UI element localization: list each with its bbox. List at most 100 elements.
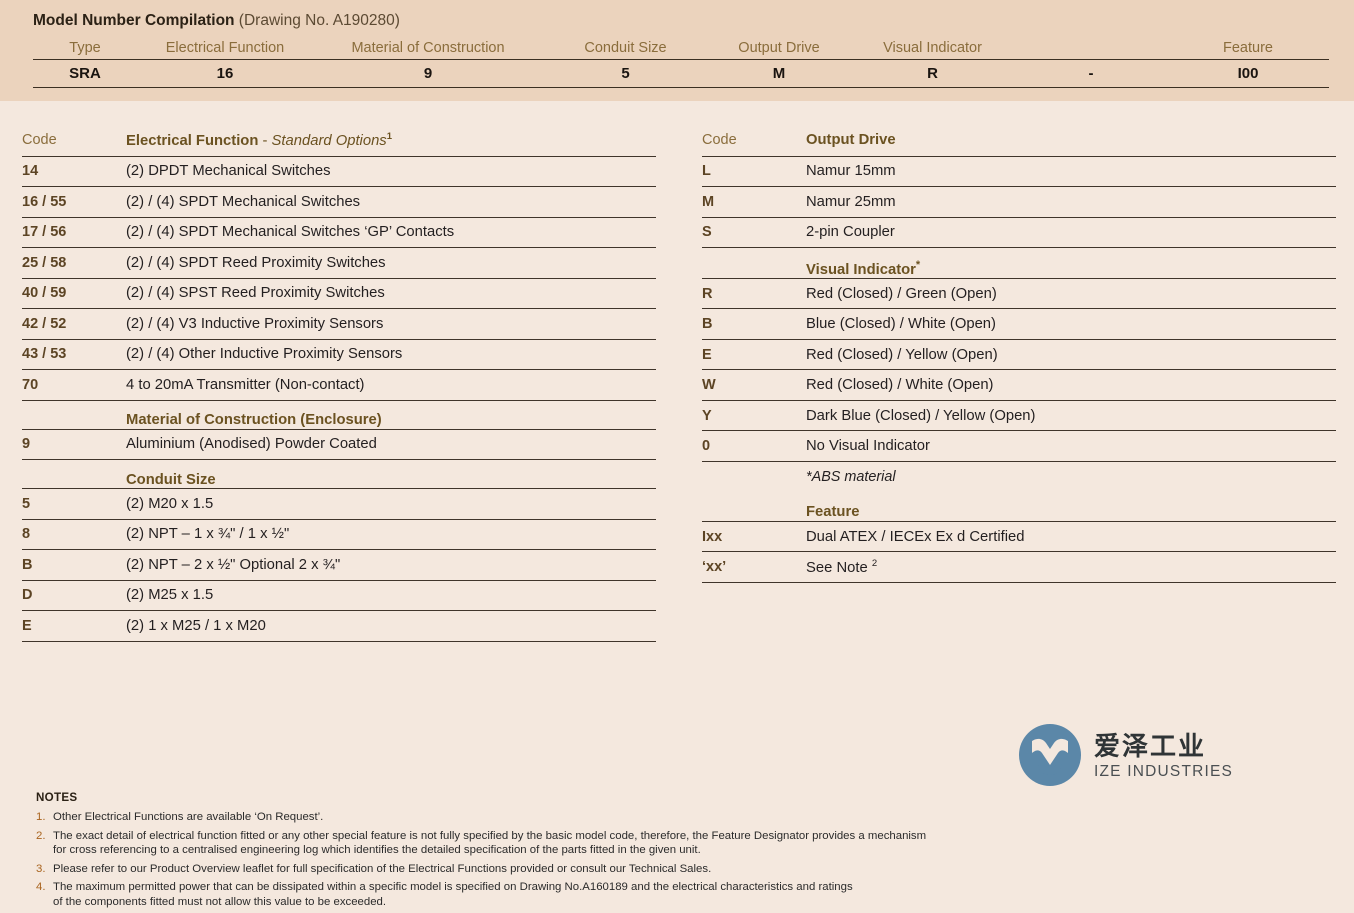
model-code-bottom-rule [33,86,1329,88]
row-code: B [22,550,126,581]
note-item: 2. The exact detail of electrical functi… [36,829,1336,858]
row-description: Red (Closed) / White (Open) [806,370,1336,401]
note-number: 4. [36,880,53,895]
row-description: (2) / (4) V3 Inductive Proximity Sensors [126,309,656,340]
table-row: B (2) NPT – 2 x ½" Optional 2 x ¾" [22,550,656,581]
model-code-label-material: Material of Construction [313,36,543,58]
table-row: Ixx Dual ATEX / IECEx Ex d Certified [702,521,1336,552]
logo-text-block: 爱泽工业 IZE INDUSTRIES [1094,731,1233,780]
section-title-italic: Standard Options [272,133,387,149]
note-item: 4. The maximum permitted power that can … [36,880,1336,909]
row-description: (2) M20 x 1.5 [126,489,656,520]
table-row: B Blue (Closed) / White (Open) [702,309,1336,340]
note-number: 2. [36,829,53,844]
row-description: (2) NPT – 1 x ¾" / 1 x ½" [126,519,656,550]
section-title-output-drive: Output Drive [806,125,1336,156]
row-code: B [702,309,806,340]
model-code-value-output-drive: M [708,60,850,86]
model-code-value-electrical-function: 16 [137,60,313,86]
row-code: 9 [22,429,126,460]
model-code-value-visual-indicator: R [850,60,1015,86]
row-code-empty [702,461,806,492]
note-number: 1. [36,810,53,825]
row-description: No Visual Indicator [806,431,1336,462]
model-code-label-feature: Feature [1167,36,1329,58]
row-code: 8 [22,519,126,550]
row-code-empty [22,400,126,429]
row-description-text: See Note [806,560,872,576]
row-code-empty [702,248,806,279]
section-title-conduit-size: Conduit Size [126,460,656,489]
section-header-conduit-size: Conduit Size [22,460,656,489]
note-line: Other Electrical Functions are available… [53,810,323,825]
table-row: D (2) M25 x 1.5 [22,580,656,611]
row-description: Dual ATEX / IECEx Ex d Certified [806,521,1336,552]
row-code: 14 [22,156,126,187]
table-row: 70 4 to 20mA Transmitter (Non-contact) [22,370,656,401]
notes-title: NOTES [36,791,1336,804]
row-description: Red (Closed) / Green (Open) [806,278,1336,309]
row-code: Y [702,400,806,431]
table-row: 42 / 52 (2) / (4) V3 Inductive Proximity… [22,309,656,340]
model-code-label-output-drive: Output Drive [708,36,850,58]
row-description: 4 to 20mA Transmitter (Non-contact) [126,370,656,401]
table-row: 16 / 55 (2) / (4) SPDT Mechanical Switch… [22,187,656,218]
model-code-table: Type Electrical Function Material of Con… [33,36,1329,88]
table-row: R Red (Closed) / Green (Open) [702,278,1336,309]
model-code-value-row: SRA 16 9 5 M R - I00 [33,60,1329,86]
row-code-empty [702,492,806,521]
model-code-value-material: 9 [313,60,543,86]
table-row: 40 / 59 (2) / (4) SPST Reed Proximity Sw… [22,278,656,309]
table-row: 0 No Visual Indicator [702,431,1336,462]
row-code: E [22,611,126,642]
table-row: S 2-pin Coupler [702,217,1336,248]
note-line: The maximum permitted power that can be … [53,880,853,895]
specification-body: Code Electrical Function - Standard Opti… [0,101,1354,837]
row-code: 0 [702,431,806,462]
row-code: S [702,217,806,248]
row-description: Dark Blue (Closed) / Yellow (Open) [806,400,1336,431]
section-header-feature: Feature [702,492,1336,521]
table-row: 14 (2) DPDT Mechanical Switches [22,156,656,187]
row-description: (2) NPT – 2 x ½" Optional 2 x ¾" [126,550,656,581]
row-description: (2) / (4) SPDT Mechanical Switches [126,187,656,218]
table-row: L Namur 15mm [702,156,1336,187]
note-line: Please refer to our Product Overview lea… [53,862,711,877]
table-row: 25 / 58 (2) / (4) SPDT Reed Proximity Sw… [22,248,656,279]
model-code-value-type: SRA [33,60,137,86]
note-line: for cross referencing to a centralised e… [53,843,926,858]
section-title-electrical-function: Electrical Function - Standard Options1 [126,125,656,156]
table-row: W Red (Closed) / White (Open) [702,370,1336,401]
table-row: E Red (Closed) / Yellow (Open) [702,339,1336,370]
model-code-value-feature: I00 [1167,60,1329,86]
logo-english-name: IZE INDUSTRIES [1094,764,1233,780]
right-spec-column: Code Output Drive L Namur 15mm M Namur 2… [702,125,1336,583]
model-code-label-visual-indicator: Visual Indicator [850,36,1015,58]
row-description: 2-pin Coupler [806,217,1336,248]
row-code: 70 [22,370,126,401]
section-title-footnote-marker: 1 [387,131,392,142]
model-code-label-separator [1015,36,1167,58]
note-text: Other Electrical Functions are available… [53,810,323,825]
row-description: (2) / (4) Other Inductive Proximity Sens… [126,339,656,370]
row-description: Blue (Closed) / White (Open) [806,309,1336,340]
table-row: Y Dark Blue (Closed) / Yellow (Open) [702,400,1336,431]
row-code: Ixx [702,521,806,552]
row-description: (2) 1 x M25 / 1 x M20 [126,611,656,642]
section-header-output-drive: Code Output Drive [702,125,1336,156]
row-description: Red (Closed) / Yellow (Open) [806,339,1336,370]
row-description: (2) / (4) SPDT Reed Proximity Switches [126,248,656,279]
note-line: The exact detail of electrical function … [53,829,926,844]
section-header-material-of-construction: Material of Construction (Enclosure) [22,400,656,429]
page-title-drawing-no: (Drawing No. A190280) [235,12,400,29]
row-description: Namur 25mm [806,187,1336,218]
row-code-empty [22,460,126,489]
section-title-text: Electrical Function [126,133,258,149]
rule [33,87,1329,88]
model-code-label-type: Type [33,36,137,58]
row-description: Aluminium (Anodised) Powder Coated [126,429,656,460]
section-title-text: Visual Indicator [806,262,916,278]
row-code: 40 / 59 [22,278,126,309]
note-text: The exact detail of electrical function … [53,829,926,858]
page-title-bold: Model Number Compilation [33,12,235,29]
